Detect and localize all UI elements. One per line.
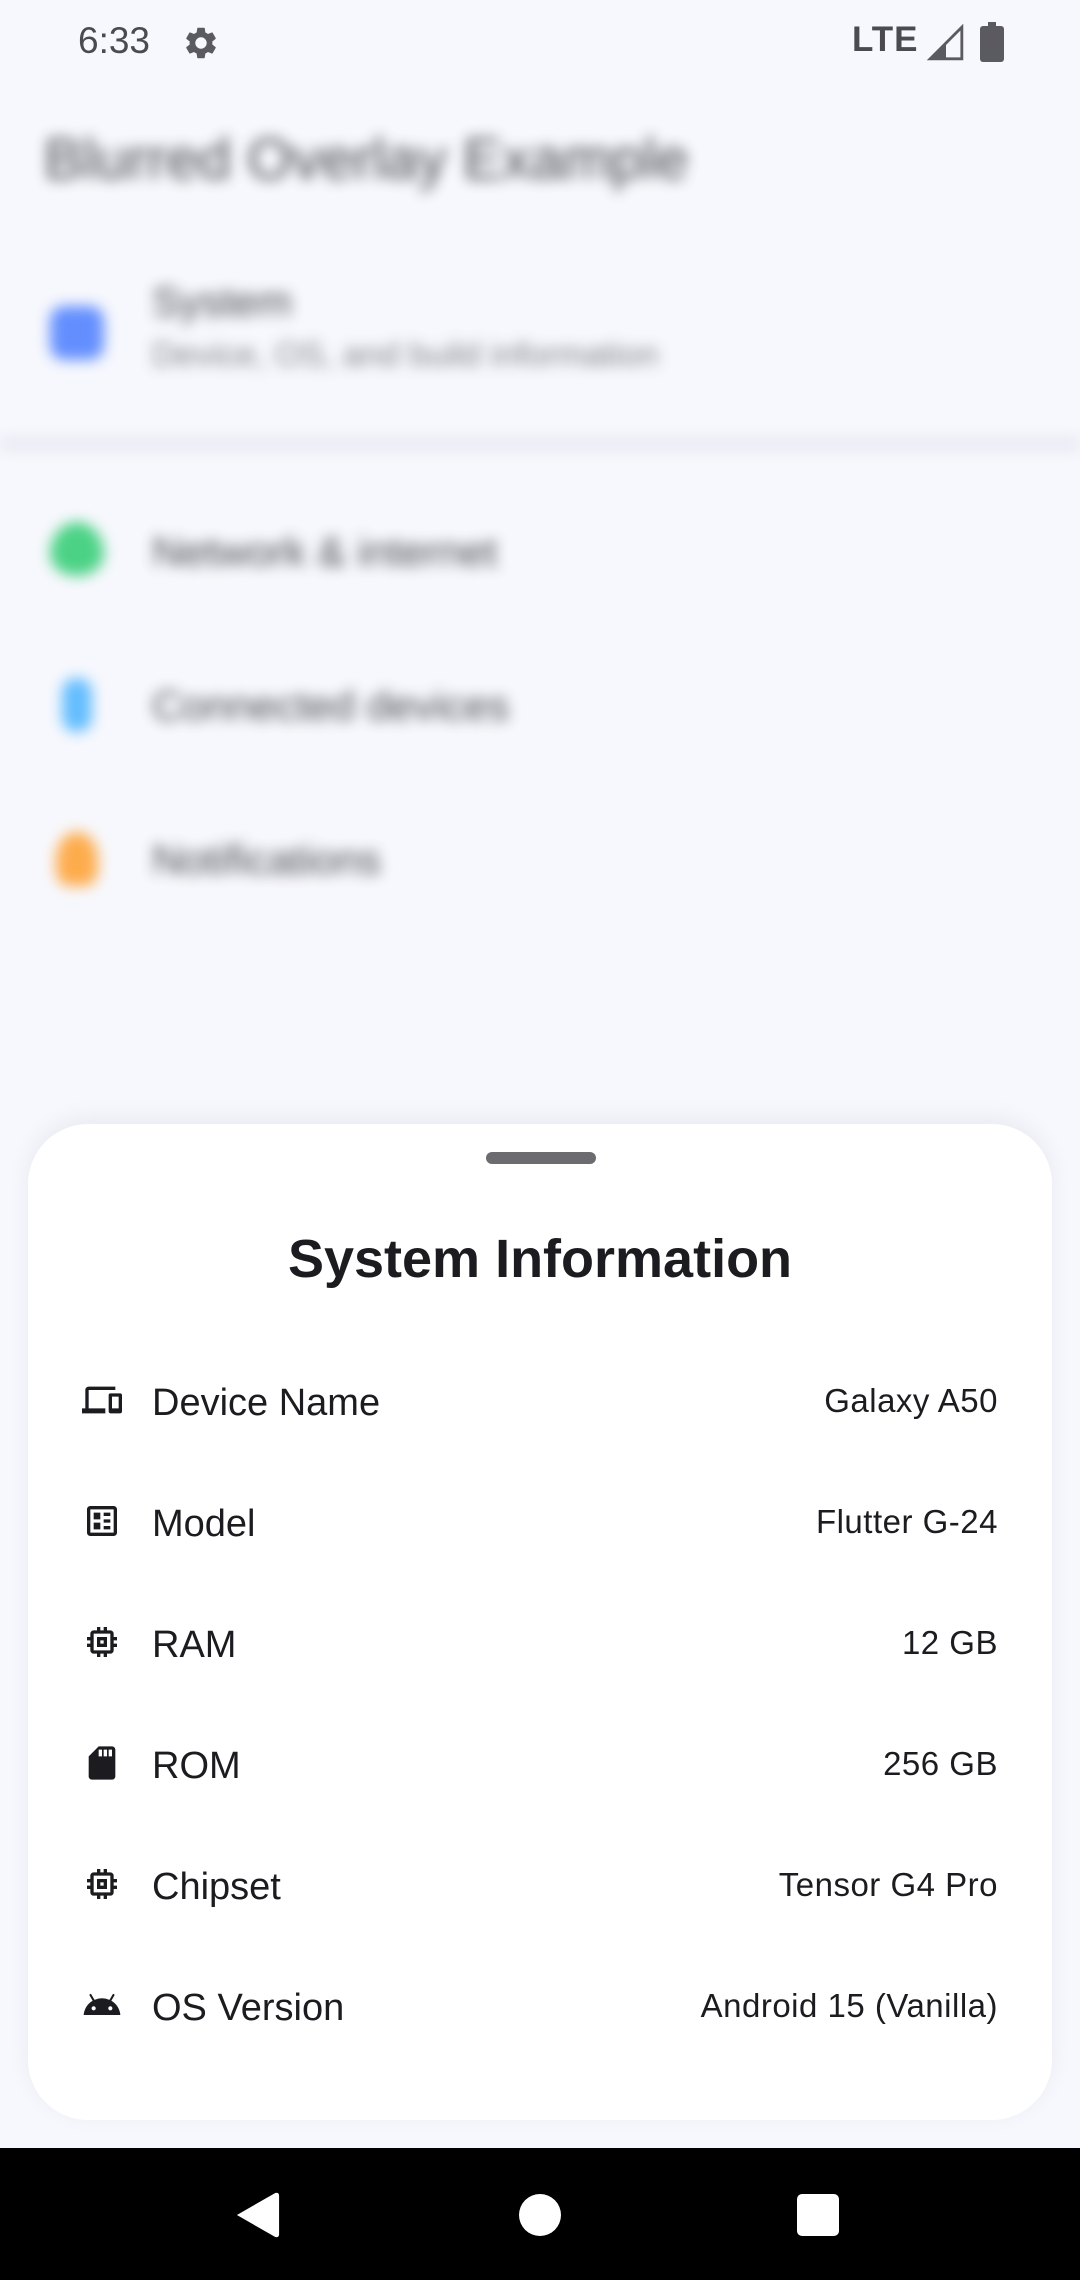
home-icon[interactable]	[519, 2194, 561, 2236]
system-info-sheet: System Information Device Name Galaxy A5…	[28, 1124, 1052, 2120]
info-row-rom: ROM 256 GB	[28, 1707, 1052, 1828]
info-value: Flutter G-24	[815, 1503, 998, 1540]
info-label: Model	[152, 1503, 256, 1545]
background-item-subtitle: Device, OS, and build information	[152, 336, 659, 374]
battery-icon	[980, 22, 1004, 62]
background-item-label: Network & internet	[152, 528, 498, 575]
back-icon[interactable]	[236, 2192, 280, 2238]
info-value: 256 GB	[883, 1745, 998, 1782]
chip-icon	[87, 1869, 117, 1899]
info-list: Device Name Galaxy A50 Model Flutter G-2…	[28, 1344, 1052, 2070]
info-value: 12 GB	[901, 1624, 998, 1661]
sheet-title: System Information	[287, 1229, 793, 1289]
info-label: Device Name	[152, 1382, 381, 1424]
status-time: 6:33	[78, 20, 151, 61]
info-label: ROM	[152, 1745, 241, 1787]
network-type: LTE	[852, 20, 919, 59]
android-icon	[83, 1993, 121, 2015]
background-item-label: System	[152, 278, 293, 325]
bell-icon	[56, 832, 98, 886]
info-value: Galaxy A50	[824, 1382, 998, 1419]
background-item-label: Connected devices	[152, 682, 510, 729]
info-value: Android 15 (Vanilla)	[700, 1987, 998, 2024]
status-bar: 6:33 LTE	[0, 0, 1080, 88]
info-value: Tensor G4 Pro	[778, 1866, 998, 1903]
info-label: RAM	[152, 1624, 237, 1666]
info-row-chipset: Chipset Tensor G4 Pro	[28, 1828, 1052, 1949]
info-label: Chipset	[152, 1866, 281, 1908]
background-app: Blurred Overlay Example System Device, O…	[0, 88, 1080, 1138]
divider	[0, 436, 1080, 452]
info-row-os-version: OS Version Android 15 (Vanilla)	[28, 1949, 1052, 2070]
drag-handle[interactable]	[486, 1152, 596, 1164]
memory-icon	[87, 1627, 117, 1657]
recents-icon[interactable]	[797, 2194, 839, 2236]
devices-icon	[82, 1386, 122, 1414]
info-row-device-name: Device Name Galaxy A50	[28, 1344, 1052, 1465]
model-icon	[87, 1506, 117, 1536]
wifi-icon	[50, 522, 104, 576]
info-row-model: Model Flutter G-24	[28, 1465, 1052, 1586]
navigation-bar	[0, 2148, 1080, 2280]
background-app-title: Blurred Overlay Example	[44, 127, 689, 192]
background-item-label: Notifications	[152, 836, 381, 883]
gear-icon	[186, 27, 216, 59]
info-row-ram: RAM 12 GB	[28, 1586, 1052, 1707]
info-label: OS Version	[152, 1987, 345, 2029]
bluetooth-icon	[62, 678, 92, 732]
screen: 6:33 LTE Blurred Overlay Example System …	[0, 0, 1080, 2280]
phone-icon	[50, 306, 104, 360]
signal-icon	[926, 24, 964, 61]
sd-card-icon	[88, 1746, 116, 1780]
